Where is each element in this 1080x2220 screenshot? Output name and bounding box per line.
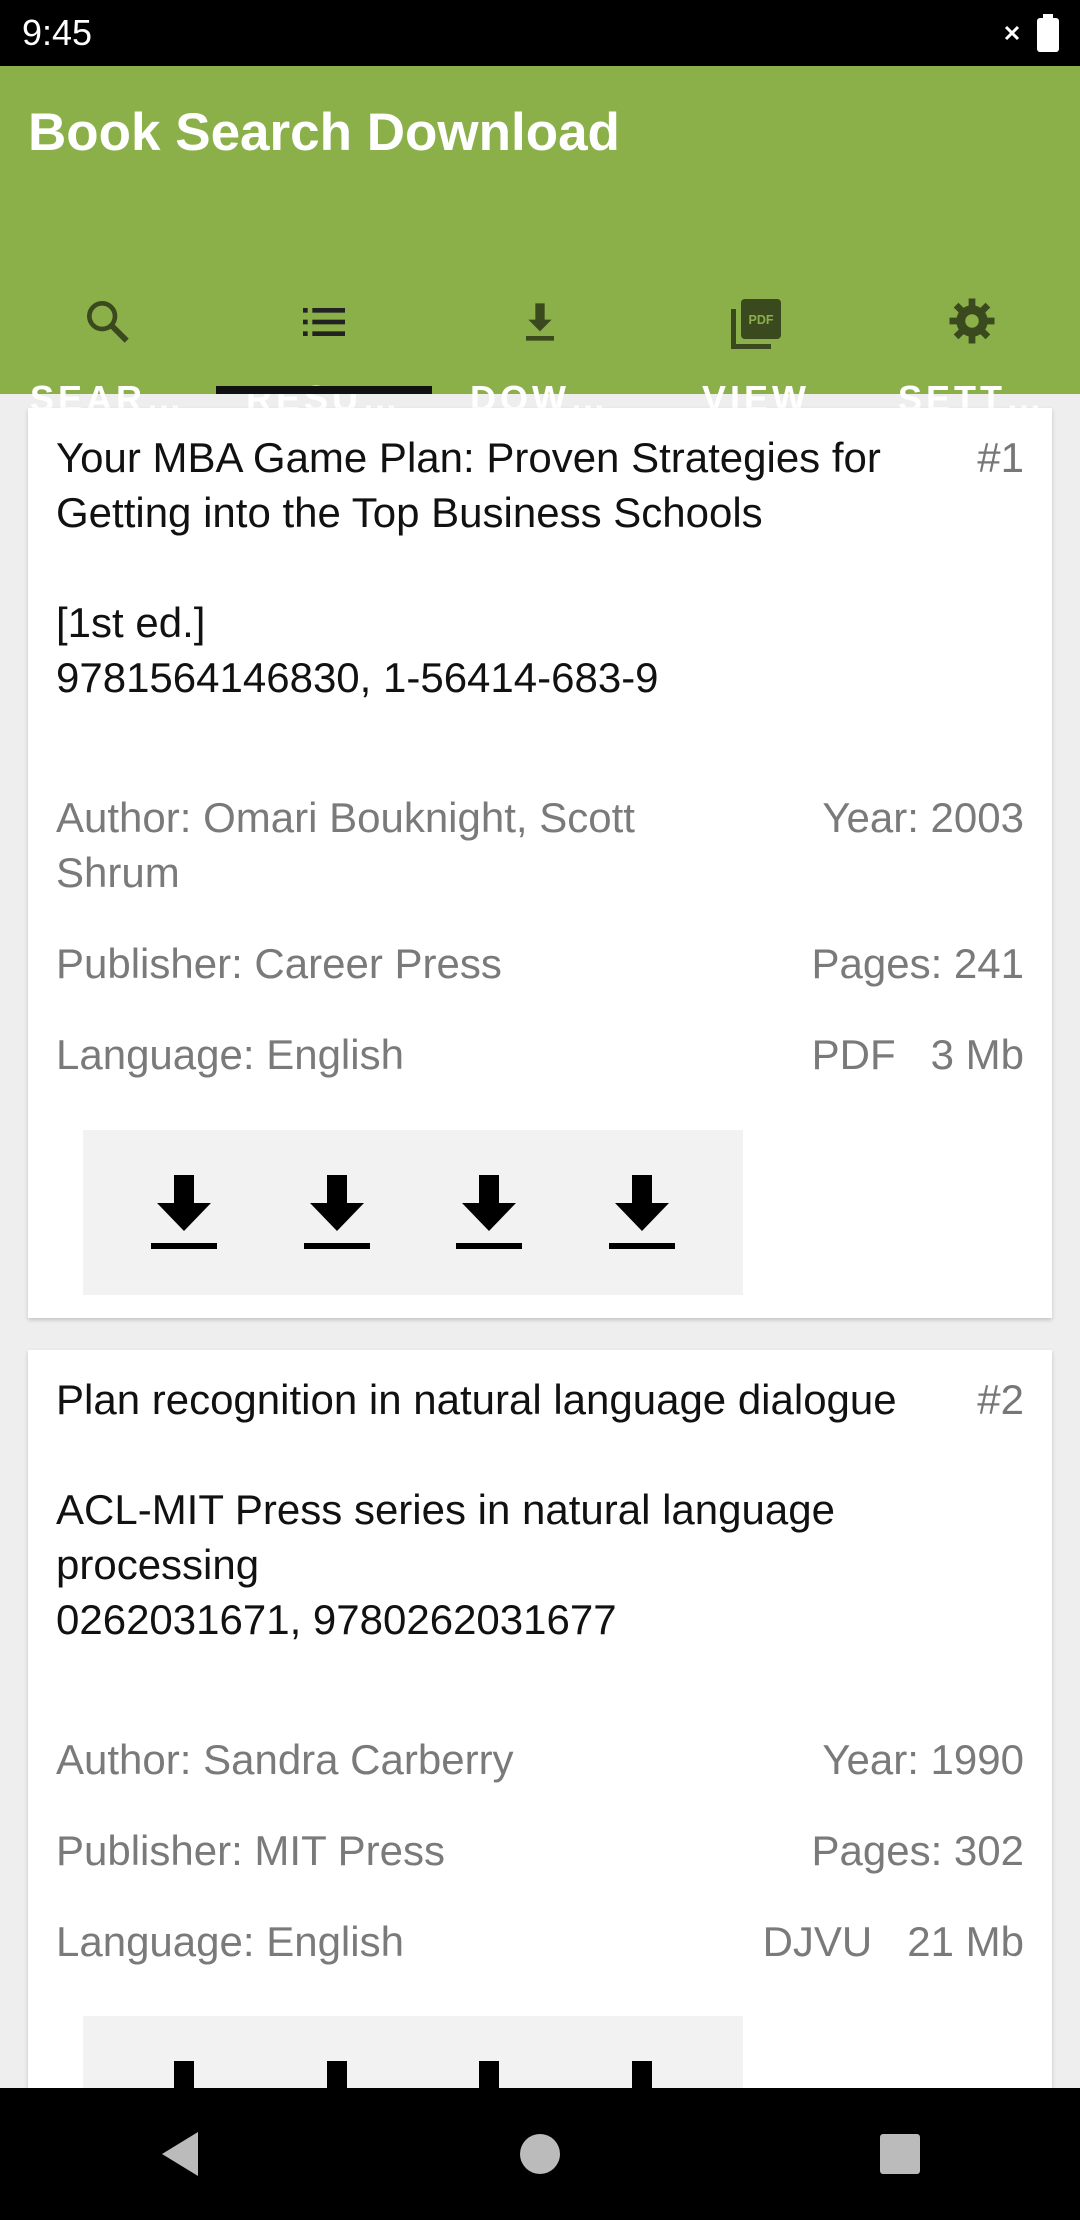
battery-icon: [1037, 14, 1059, 52]
download-icon: [303, 1174, 370, 1249]
back-icon: [162, 2132, 198, 2176]
selected-tab-indicator: [216, 386, 432, 394]
book-size: 21 Mb: [907, 1918, 1024, 1965]
back-button[interactable]: [120, 2094, 240, 2214]
home-button[interactable]: [480, 2094, 600, 2214]
status-icons: [1002, 14, 1060, 52]
gear-icon: [949, 298, 995, 344]
book-title: Plan recognition in natural language dia…: [56, 1376, 897, 1643]
tab-view[interactable]: PDF VIEW: [648, 226, 864, 419]
download-icon: [608, 1174, 675, 1249]
book-language: Language: English: [56, 1031, 404, 1078]
app-title: Book Search Download: [28, 103, 620, 162]
list-icon: [303, 308, 345, 336]
tab-results[interactable]: RESU…: [216, 226, 432, 419]
download-mirror-button[interactable]: [444, 2054, 534, 2088]
book-author: Author: Omari Bouknight, Scott Shrum: [56, 794, 635, 896]
book-publisher: Publisher: MIT Press: [56, 1827, 446, 1874]
svg-text:PDF: PDF: [749, 313, 774, 327]
system-nav-bar: [0, 2088, 1080, 2220]
status-time: 9:45: [22, 12, 93, 53]
tab-downloads[interactable]: DOW…: [432, 226, 648, 419]
download-icon: [631, 2060, 652, 2088]
search-icon: [87, 301, 129, 343]
result-number: #1: [977, 434, 1024, 481]
app-bar: Book Search Download SEAR… RESU… DOW… PD…: [0, 66, 1080, 419]
recents-icon: [880, 2134, 920, 2174]
download-mirror-button[interactable]: [139, 1168, 229, 1258]
book-author: Author: Sandra Carberry: [56, 1736, 514, 1783]
no-signal-icon: [1004, 25, 1020, 41]
download-mirror-button[interactable]: [139, 2054, 229, 2088]
download-mirror-button[interactable]: [292, 1168, 382, 1258]
download-icon: [456, 1174, 523, 1249]
tab-settings[interactable]: SETT…: [864, 226, 1080, 419]
book-title: Your MBA Game Plan: Proven Strategies fo…: [56, 434, 881, 701]
book-year: Year: 2003: [822, 794, 1024, 841]
book-language: Language: English: [56, 1918, 404, 1965]
download-icon: [479, 2060, 500, 2088]
book-format: PDF: [811, 1031, 896, 1078]
download-mirrors: [83, 2016, 743, 2088]
download-mirror-button[interactable]: [444, 1168, 534, 1258]
download-mirror-button[interactable]: [597, 1168, 687, 1258]
download-icon: [526, 303, 554, 341]
book-pages: Pages: 302: [811, 1827, 1024, 1874]
result-card[interactable]: Plan recognition in natural language dia…: [28, 1350, 1052, 2088]
book-format: DJVU: [762, 1918, 873, 1965]
result-number: #2: [977, 1376, 1024, 1423]
download-icon: [174, 2060, 195, 2088]
book-publisher: Publisher: Career Press: [56, 940, 502, 987]
book-format-size: PDF 3 Mb: [812, 1027, 1024, 1082]
result-card[interactable]: Your MBA Game Plan: Proven Strategies fo…: [28, 408, 1052, 1318]
recents-button[interactable]: [840, 2094, 960, 2214]
tab-bar: SEAR… RESU… DOW… PDF VIEW SETT…: [0, 226, 1080, 419]
home-icon: [520, 2134, 560, 2174]
pdf-icon: PDF: [731, 299, 781, 349]
download-mirror-button[interactable]: [292, 2054, 382, 2088]
tab-search[interactable]: SEAR…: [0, 226, 216, 419]
download-icon: [326, 2060, 347, 2088]
download-icon: [151, 1174, 218, 1249]
book-format-size: DJVU 21 Mb: [763, 1914, 1024, 1969]
book-year: Year: 1990: [822, 1736, 1024, 1783]
book-pages: Pages: 241: [811, 940, 1024, 987]
results-list[interactable]: Your MBA Game Plan: Proven Strategies fo…: [0, 394, 1080, 2088]
download-mirrors: [83, 1130, 743, 1295]
book-size: 3 Mb: [930, 1031, 1024, 1078]
status-bar: 9:45: [0, 0, 1080, 66]
download-mirror-button[interactable]: [597, 2054, 687, 2088]
